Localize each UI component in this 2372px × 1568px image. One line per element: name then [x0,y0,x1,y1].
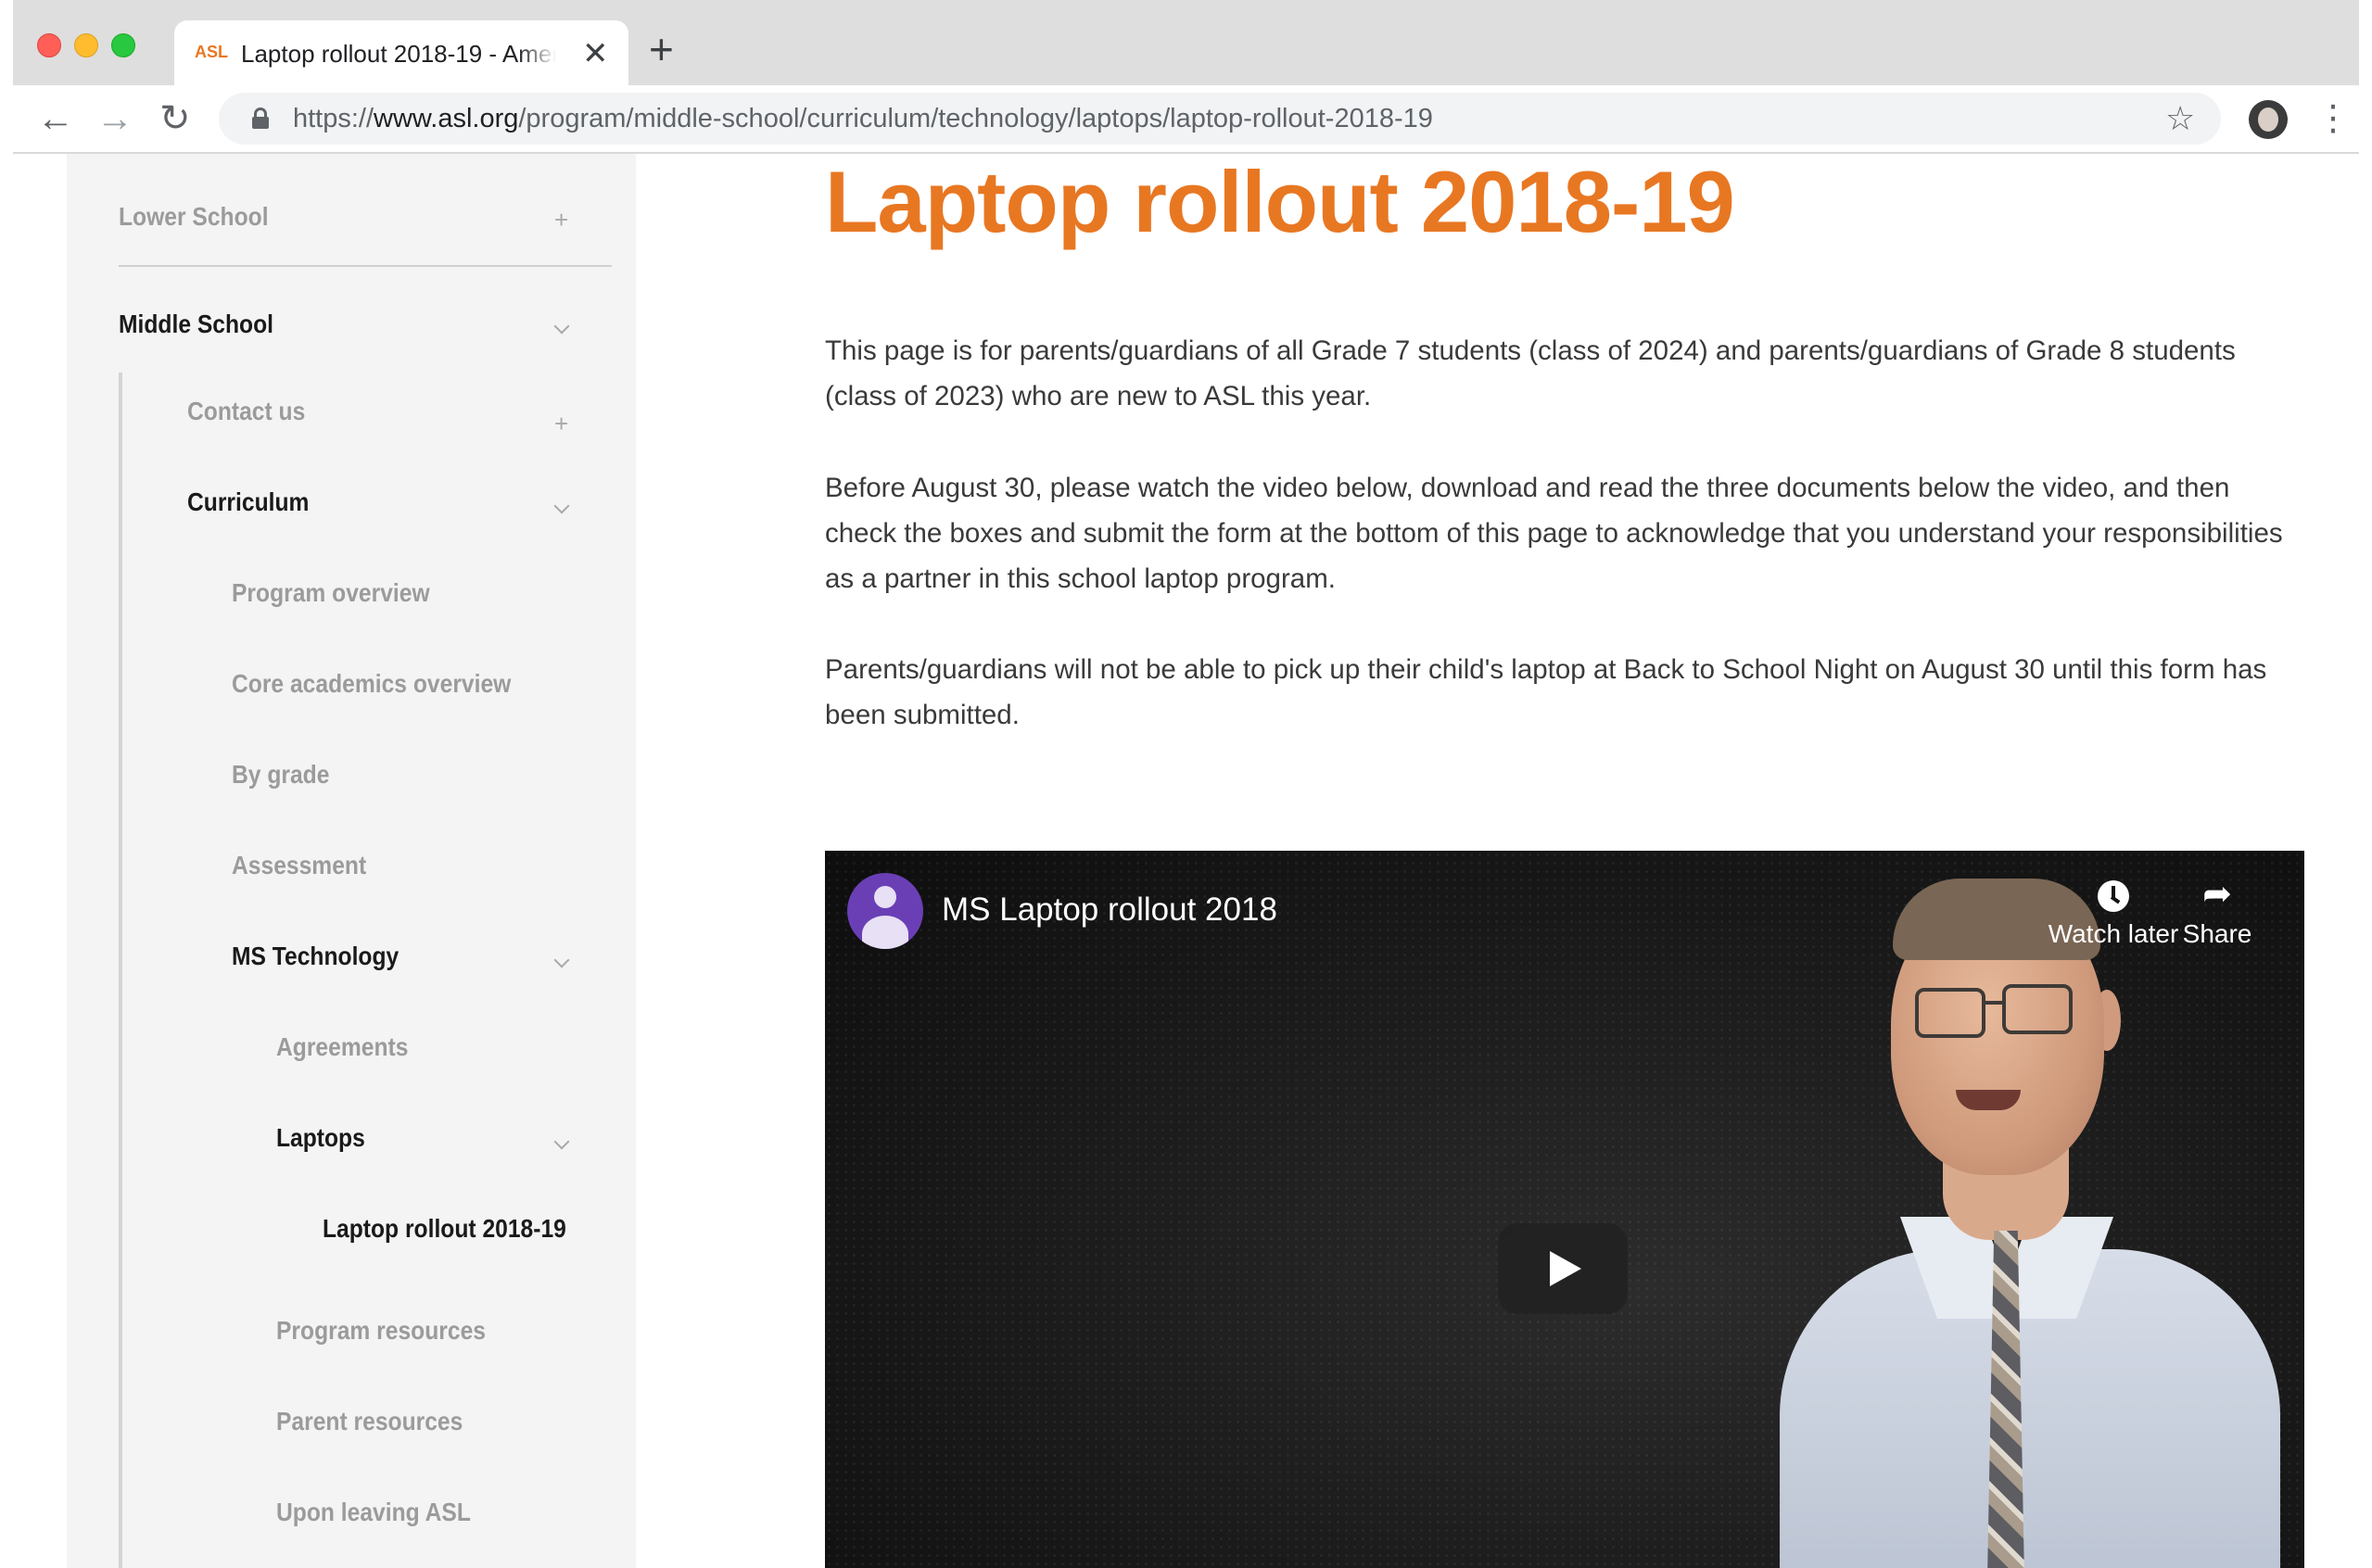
share-label: Share [2182,919,2252,948]
youtube-video-player[interactable]: MS Laptop rollout 2018 Watch later ➦ Sha… [825,851,2304,1568]
browser-tab-active[interactable]: ASL Laptop rollout 2018-19 - American Sc… [174,20,628,87]
nav-item-laptops[interactable]: Laptops [276,1119,365,1157]
intro-paragraph: This page is for parents/guardians of al… [825,335,2236,411]
nav-item-lower-school[interactable]: Lower School [119,198,269,235]
pickup-note-paragraph: Parents/guardians will not be able to pi… [825,654,2267,730]
nav-item-parent-resources[interactable]: Parent resources [276,1403,463,1440]
url-host: www.asl.org [374,104,519,133]
nav-item-agreements[interactable]: Agreements [276,1029,408,1066]
chevron-down-icon[interactable] [553,498,570,514]
chevron-down-icon[interactable] [553,1133,570,1150]
page-viewport: Lower School + Middle School Contact us … [13,154,2359,1568]
plus-icon[interactable]: + [554,410,568,437]
nav-item-contact-us[interactable]: Contact us [187,393,305,430]
browser-toolbar: ← → ↻ https://www.asl.org/program/middle… [13,85,2359,154]
nav-item-program-resources[interactable]: Program resources [276,1312,486,1349]
nav-item-laptop-rollout-2018-19[interactable]: Laptop rollout 2018-19 [323,1210,566,1247]
nav-item-upon-leaving-asl[interactable]: Upon leaving ASL [276,1494,471,1531]
star-icon[interactable]: ☆ [2165,98,2195,139]
nav-item-by-grade[interactable]: By grade [232,756,329,793]
chevron-down-icon[interactable] [553,318,570,335]
window-maximize-button[interactable] [111,33,135,57]
kebab-menu-icon[interactable]: ⋮ [2315,93,2351,145]
lock-icon[interactable] [252,107,269,129]
asl-favicon-icon: ASL [195,43,228,61]
address-bar[interactable]: https://www.asl.org/program/middle-schoo… [219,93,2221,145]
section-nav-sidebar: Lower School + Middle School Contact us … [67,154,636,1568]
window-close-button[interactable] [37,33,61,57]
instructions-paragraph: Before August 30, please watch the video… [825,473,2283,594]
forward-arrow-icon[interactable]: → [96,93,133,145]
nav-item-assessment[interactable]: Assessment [232,847,366,884]
back-arrow-icon[interactable]: ← [37,93,74,145]
play-icon [1550,1251,1581,1286]
nav-item-program-overview[interactable]: Program overview [232,575,430,612]
profile-avatar[interactable] [2249,100,2288,139]
tab-close-icon[interactable]: ✕ [582,35,609,72]
url-scheme: https:// [293,104,374,133]
video-title[interactable]: MS Laptop rollout 2018 [942,886,1277,934]
share-button[interactable]: ➦ Share [2162,871,2273,951]
plus-icon[interactable]: + [554,206,568,234]
tab-title: Laptop rollout 2018-19 - American School… [241,40,556,68]
video-presenter-image [1733,851,2304,1568]
nav-item-middle-school[interactable]: Middle School [119,306,273,343]
chevron-down-icon[interactable] [553,952,570,968]
clock-icon [2098,879,2129,912]
new-tab-button[interactable]: + [649,26,674,72]
share-arrow-icon: ➦ [2202,875,2232,914]
nav-tree-rail [119,373,122,1568]
url-path: /program/middle-school/curriculum/techno… [518,104,1433,133]
nav-item-core-academics-overview[interactable]: Core academics overview [232,665,511,702]
nav-item-ms-technology[interactable]: MS Technology [232,938,399,975]
page-title: Laptop rollout 2018-19 [825,154,1735,250]
window-minimize-button[interactable] [74,33,98,57]
tab-strip: ASL Laptop rollout 2018-19 - American Sc… [13,0,2359,87]
nav-item-curriculum[interactable]: Curriculum [187,484,309,521]
url-text[interactable]: https://www.asl.org/program/middle-schoo… [293,93,1433,145]
nav-divider [119,265,612,267]
reload-icon[interactable]: ↻ [159,93,191,145]
channel-avatar-icon[interactable] [847,873,923,949]
play-button[interactable] [1498,1223,1628,1314]
